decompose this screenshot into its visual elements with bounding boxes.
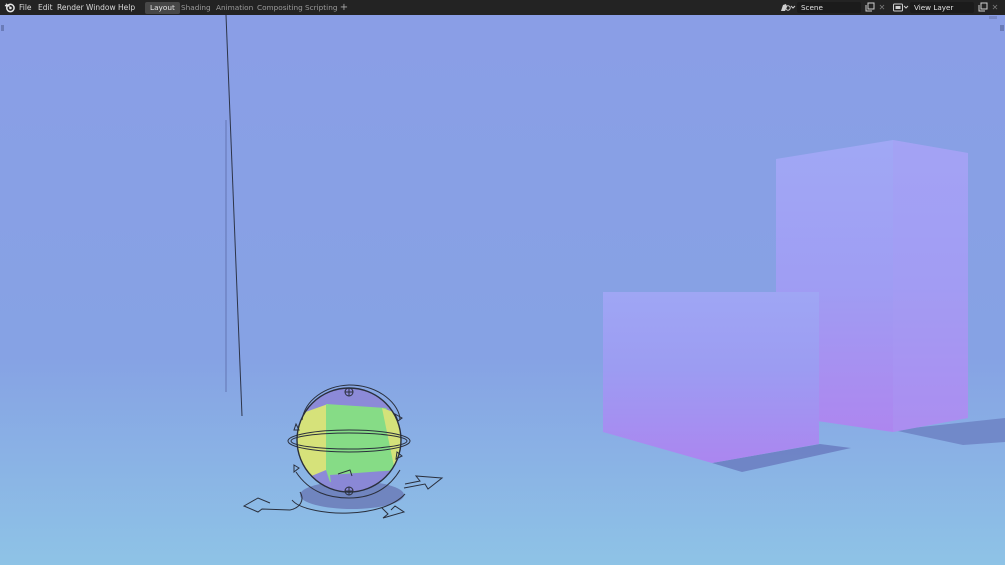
tab-scripting[interactable]: Scripting [300, 2, 342, 14]
add-workspace-button[interactable]: + [339, 2, 349, 13]
close-icon[interactable]: ✕ [990, 2, 1000, 13]
scene-name-field[interactable]: Scene [797, 2, 861, 13]
menu-file[interactable]: File [19, 0, 32, 15]
top-bar: File Edit Render Window Help Layout Shad… [0, 0, 1005, 15]
viewport-corner-marker [1000, 25, 1004, 31]
blender-logo-icon[interactable] [4, 2, 15, 13]
view-layer-name-field[interactable]: View Layer [910, 2, 974, 13]
duplicate-icon[interactable] [864, 2, 876, 13]
render-layers-icon[interactable] [892, 2, 909, 13]
menu-window[interactable]: Window [86, 0, 116, 15]
3d-viewport[interactable] [0, 15, 1005, 565]
menu-help[interactable]: Help [118, 0, 135, 15]
menu-render[interactable]: Render [57, 0, 84, 15]
tab-shading[interactable]: Shading [176, 2, 216, 14]
menu-edit[interactable]: Edit [38, 0, 53, 15]
beach-ball[interactable] [296, 387, 402, 493]
viewport-corner-marker [989, 16, 997, 19]
viewport-corner-marker [1, 25, 4, 31]
duplicate-icon[interactable] [977, 2, 989, 13]
scene-icon[interactable] [779, 2, 796, 13]
close-icon[interactable]: ✕ [877, 2, 887, 13]
tab-layout[interactable]: Layout [145, 2, 180, 14]
